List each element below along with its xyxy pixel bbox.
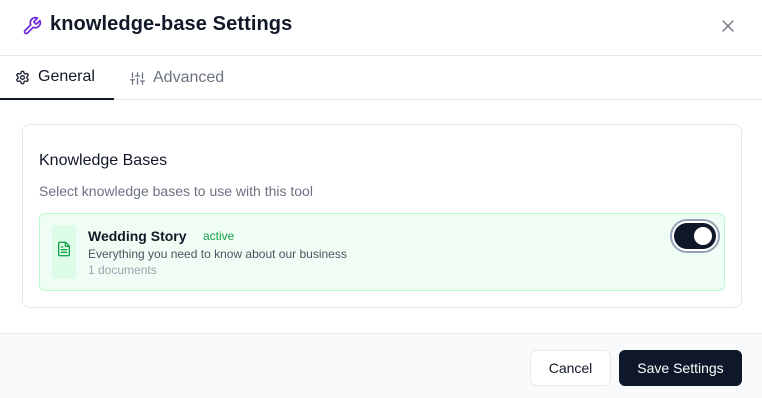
knowledge-base-item[interactable]: Wedding Story active Everything you need… <box>39 213 725 291</box>
sliders-icon <box>130 71 145 85</box>
wrench-icon <box>23 16 42 35</box>
knowledge-base-toggle[interactable] <box>674 223 716 249</box>
settings-dialog: knowledge-base Settings General Advanced… <box>0 0 762 398</box>
settings-gear-icon <box>16 70 29 84</box>
document-count: 1 documents <box>88 263 157 277</box>
dialog-header: knowledge-base Settings <box>0 0 762 56</box>
tab-general[interactable]: General <box>0 56 114 100</box>
tab-bar: General Advanced <box>0 56 762 100</box>
cancel-button[interactable]: Cancel <box>530 350 611 386</box>
tab-advanced-label: Advanced <box>153 69 225 86</box>
document-icon-box <box>52 225 76 279</box>
knowledge-bases-subtitle: Select knowledge bases to use with this … <box>39 183 313 199</box>
tab-general-label: General <box>38 68 95 85</box>
status-badge: active <box>203 229 235 243</box>
dialog-title: knowledge-base Settings <box>50 13 293 35</box>
toggle-knob <box>694 227 712 245</box>
dialog-footer: Cancel Save Settings <box>0 333 762 398</box>
tab-advanced[interactable]: Advanced <box>130 56 260 100</box>
knowledge-bases-heading: Knowledge Bases <box>39 152 168 169</box>
knowledge-base-name: Wedding Story <box>88 228 187 244</box>
document-icon <box>58 241 70 257</box>
close-icon[interactable] <box>718 16 738 36</box>
save-settings-button[interactable]: Save Settings <box>619 350 742 386</box>
knowledge-base-description: Everything you need to know about our bu… <box>88 247 347 261</box>
knowledge-bases-card: Knowledge Bases Select knowledge bases t… <box>22 124 742 308</box>
